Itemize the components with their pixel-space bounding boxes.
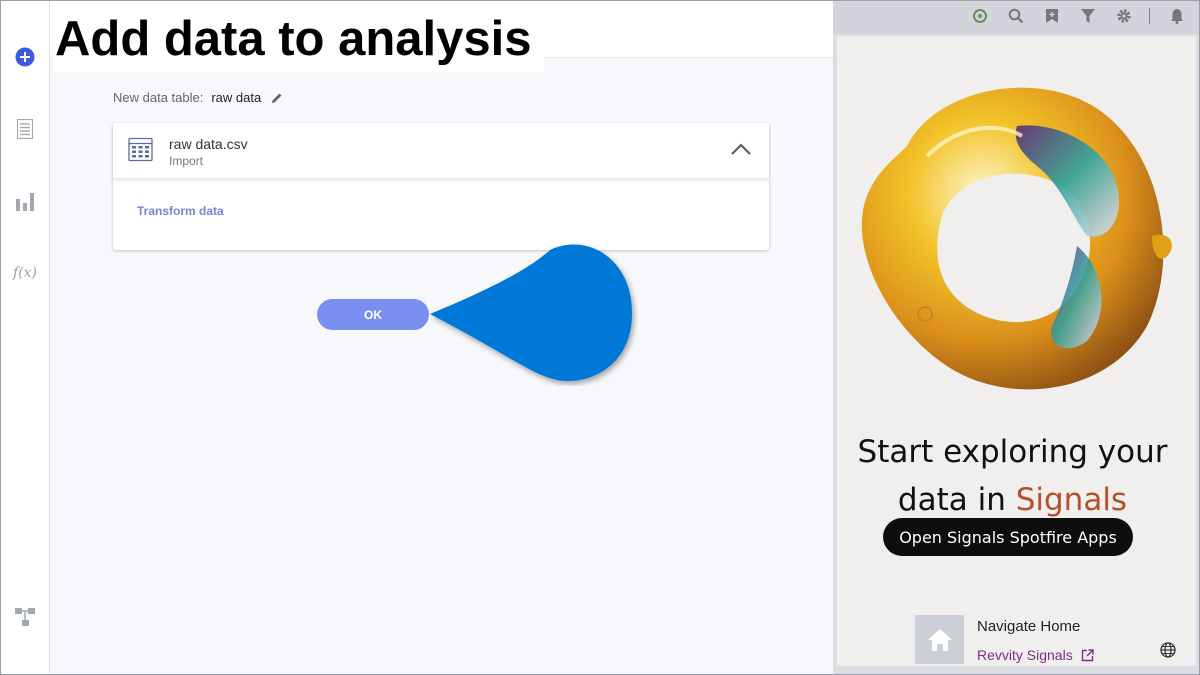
bot-icon[interactable] (971, 7, 989, 25)
bell-icon[interactable] (1168, 7, 1186, 25)
data-flow-icon (15, 608, 35, 626)
headline-line2: data in Signals (837, 476, 1188, 524)
top-toolbar (833, 0, 1200, 34)
tutorial-caption: Add data to analysis (53, 6, 544, 72)
headline-prefix: data in (897, 482, 1016, 518)
data-source-header[interactable]: raw data.csv Import (113, 123, 769, 179)
data-table-name: raw data (211, 90, 262, 105)
toolbar-divider (1149, 8, 1150, 24)
edit-name-button[interactable] (271, 92, 283, 104)
transform-data-link[interactable]: Transform data (137, 204, 224, 218)
filter-icon[interactable] (1079, 7, 1097, 25)
headline-accent: Signals (1015, 482, 1128, 518)
new-data-table-row: New data table: raw data (113, 90, 283, 105)
pencil-icon (272, 93, 282, 103)
file-name: raw data.csv (169, 136, 248, 152)
data-canvas-button[interactable] (13, 117, 37, 141)
add-circle-icon (15, 47, 35, 67)
navigate-home-label[interactable]: Navigate Home (977, 618, 1080, 635)
bookmark-icon[interactable] (1043, 7, 1061, 25)
table-file-icon (128, 137, 153, 162)
tutorial-pointer-callout (430, 244, 633, 382)
file-type: Import (169, 154, 204, 168)
abstract-3d-artwork (861, 87, 1172, 390)
chevron-up-icon[interactable] (730, 141, 752, 157)
search-icon[interactable] (1007, 7, 1025, 25)
revvity-signals-link[interactable]: Revvity Signals (977, 647, 1094, 663)
welcome-panel: Start exploring your data in Signals Ope… (833, 0, 1200, 675)
open-spotfire-apps-button[interactable]: Open Signals Spotfire Apps (883, 518, 1133, 556)
revvity-link-text[interactable]: Revvity Signals (977, 647, 1073, 663)
new-data-table-label: New data table: (113, 90, 204, 105)
visualizations-button[interactable] (13, 189, 37, 213)
external-link-icon (1081, 648, 1094, 662)
headline-line1: Start exploring your (857, 434, 1168, 470)
bar-chart-icon (16, 193, 34, 211)
home-icon (927, 628, 952, 651)
data-table-icon (17, 119, 33, 139)
promo-headline: Start exploring your data in Signals (837, 428, 1188, 524)
gear-icon[interactable] (1115, 7, 1133, 25)
ok-button[interactable]: OK (317, 299, 429, 330)
function-icon[interactable]: f(x) (13, 261, 37, 285)
promo-card: Start exploring your data in Signals Ope… (837, 36, 1196, 666)
left-rail: f(x) (0, 0, 50, 675)
navigate-home-tile[interactable] (915, 615, 964, 664)
globe-icon[interactable] (1159, 641, 1177, 659)
add-data-button[interactable] (13, 45, 37, 69)
data-source-card: raw data.csv Import Transform data (113, 123, 769, 250)
data-flow-button[interactable] (13, 605, 37, 629)
